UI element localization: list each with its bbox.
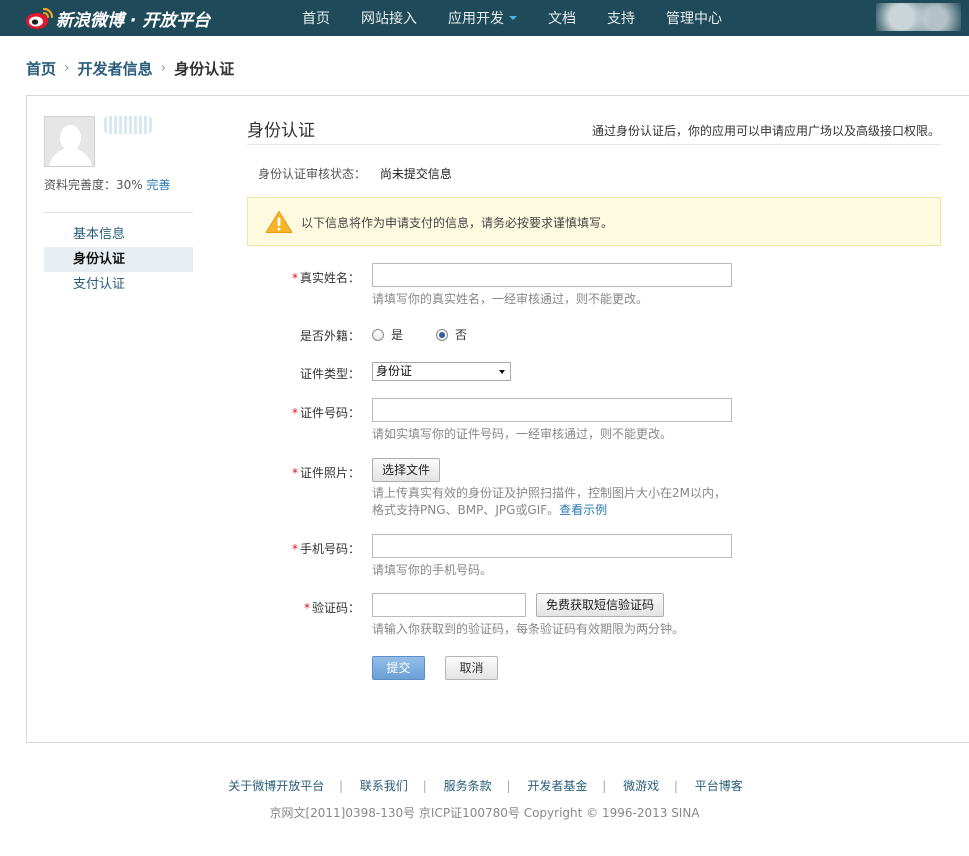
sidebar-item-payment-verification[interactable]: 支付认证	[44, 272, 193, 297]
verify-code-row: * 验证码： 免费获取短信验证码 请输入你获取到的验证码，每条验证码有效期限为两分…	[247, 593, 947, 645]
copyright: 京网文[2011]0398-130号 京ICP证100780号 Copyrigh…	[269, 806, 700, 820]
id-number-row: * 证件号码： 请如实填写你的证件号码，一经审核通过，则不能更改。	[247, 398, 947, 450]
submit-button[interactable]: 提交	[372, 656, 425, 680]
id-number-input[interactable]	[372, 398, 732, 422]
id-number-label: 证件号码：	[299, 406, 360, 420]
footer-link-blog[interactable]: 平台博客	[693, 779, 743, 793]
breadcrumb: 首页 › 开发者信息 › 身份认证	[26, 58, 234, 78]
phone-input[interactable]	[372, 534, 732, 558]
get-sms-code-button[interactable]: 免费获取短信验证码	[536, 593, 665, 617]
notice-text: 以下信息将作为申请支付的信息，请务必按要求谨慎填写。	[301, 216, 614, 230]
chevron-down-icon	[509, 16, 517, 20]
sidebar-menu: 基本信息 身份认证 支付认证	[44, 222, 193, 297]
chevron-right-icon: ›	[64, 60, 70, 76]
breadcrumb-developer-info[interactable]: 开发者信息	[78, 58, 153, 79]
nav-app-dev[interactable]: 应用开发	[448, 8, 517, 28]
completeness-label: 资料完善度：30%	[44, 178, 143, 192]
id-photo-hint: 请上传真实有效的身份证及护照扫描件，控制图片大小在2M以内， 格式支持PNG、B…	[372, 486, 726, 517]
username[interactable]	[104, 116, 152, 134]
chevron-right-icon: ›	[160, 60, 167, 76]
id-type-select[interactable]: 身份证	[372, 362, 511, 381]
profile-completeness: 资料完善度：30% 完善	[44, 176, 171, 193]
weibo-logo[interactable]: 新浪微博 · 开放平台	[24, 5, 210, 31]
foreign-label: 是否外籍：	[299, 329, 360, 343]
page-subtitle: 通过身份认证后，你的应用可以申请应用广场以及高级接口权限。	[591, 124, 940, 138]
foreign-no-label[interactable]: 否	[455, 326, 467, 343]
dropdown-arrow-icon	[499, 370, 505, 374]
footer-link-about[interactable]: 关于微博开放平台	[226, 779, 324, 793]
id-type-row: 证件类型： 身份证	[247, 362, 947, 384]
verify-code-hint: 请输入你获取到的验证码，每条验证码有效期限为两分钟。	[372, 622, 685, 636]
status-label: 身份认证审核状态：	[258, 167, 367, 181]
footer-links: 关于微博开放平台 | 联系我们 | 服务条款 | 开发者基金 | 微游戏 | 平…	[226, 779, 743, 793]
main-nav: 首页 网站接入 应用开发 文档 支持 管理中心	[302, 0, 753, 36]
phone-label: 手机号码：	[299, 542, 360, 556]
avatar[interactable]	[44, 116, 95, 167]
foreign-yes-radio[interactable]	[372, 328, 384, 341]
nav-home[interactable]: 首页	[302, 8, 330, 28]
verification-status: 身份认证审核状态： 尚未提交信息	[258, 165, 452, 182]
sidebar-item-identity-verification[interactable]: 身份认证	[44, 247, 193, 272]
sidebar-item-basic-info[interactable]: 基本信息	[44, 222, 193, 247]
verify-code-label: 验证码：	[311, 601, 360, 615]
id-number-hint: 请如实填写你的证件号码，一经审核通过，则不能更改。	[372, 427, 673, 441]
sidebar-divider	[44, 212, 193, 213]
choose-file-button[interactable]: 选择文件	[372, 458, 441, 482]
id-photo-row: * 证件照片： 选择文件 请上传真实有效的身份证及护照扫描件，控制图片大小在2M以…	[247, 458, 947, 520]
breadcrumb-home[interactable]: 首页	[26, 58, 56, 79]
view-example-link[interactable]: 查看示例	[559, 503, 607, 517]
verify-code-input[interactable]	[372, 593, 526, 617]
footer-link-games[interactable]: 微游戏	[621, 779, 659, 793]
breadcrumb-current: 身份认证	[174, 59, 235, 78]
page-title: 身份认证	[247, 121, 315, 141]
logo-text: 新浪微博 · 开放平台	[56, 10, 211, 31]
main-panel: 资料完善度：30% 完善 基本信息 身份认证 支付认证 身份认证 通过身份认证后…	[26, 95, 969, 743]
nav-app-dev-label: 应用开发	[448, 11, 504, 27]
warning-notice: 以下信息将作为申请支付的信息，请务必按要求谨慎填写。	[247, 197, 941, 246]
real-name-label: 真实姓名：	[299, 271, 360, 285]
nav-admin-center[interactable]: 管理中心	[666, 8, 722, 28]
foreign-row: 是否外籍： 是 否	[247, 322, 947, 346]
nav-website-access[interactable]: 网站接入	[361, 8, 417, 28]
foreign-no-radio[interactable]	[436, 328, 449, 341]
user-account-menu[interactable]	[876, 3, 961, 31]
footer-link-terms[interactable]: 服务条款	[442, 779, 492, 793]
status-value: 尚未提交信息	[379, 167, 452, 181]
real-name-hint: 请填写你的真实姓名，一经审核通过，则不能更改。	[372, 292, 649, 306]
phone-hint: 请填写你的手机号码。	[372, 563, 493, 577]
warning-icon	[265, 210, 293, 234]
weibo-eye-icon	[24, 6, 54, 30]
footer-link-fund[interactable]: 开发者基金	[525, 779, 587, 793]
id-type-selected: 身份证	[376, 364, 413, 378]
nav-docs[interactable]: 文档	[548, 8, 576, 28]
real-name-input[interactable]	[372, 263, 732, 287]
id-type-label: 证件类型：	[299, 367, 360, 381]
real-name-row: * 真实姓名： 请填写你的真实姓名，一经审核通过，则不能更改。	[247, 263, 947, 315]
nav-support[interactable]: 支持	[607, 8, 635, 28]
foreign-yes-label[interactable]: 是	[391, 326, 403, 343]
phone-row: * 手机号码： 请填写你的手机号码。	[247, 534, 947, 586]
complete-profile-link[interactable]: 完善	[147, 178, 171, 192]
foreign-radio-group: 是 否	[372, 326, 500, 343]
cancel-button[interactable]: 取消	[445, 656, 498, 680]
title-divider	[247, 144, 941, 145]
id-photo-label: 证件照片：	[299, 466, 360, 480]
footer-link-contact[interactable]: 联系我们	[358, 779, 408, 793]
top-navigation-bar: 新浪微博 · 开放平台 首页 网站接入 应用开发 文档 支持 管理中心	[0, 0, 969, 36]
